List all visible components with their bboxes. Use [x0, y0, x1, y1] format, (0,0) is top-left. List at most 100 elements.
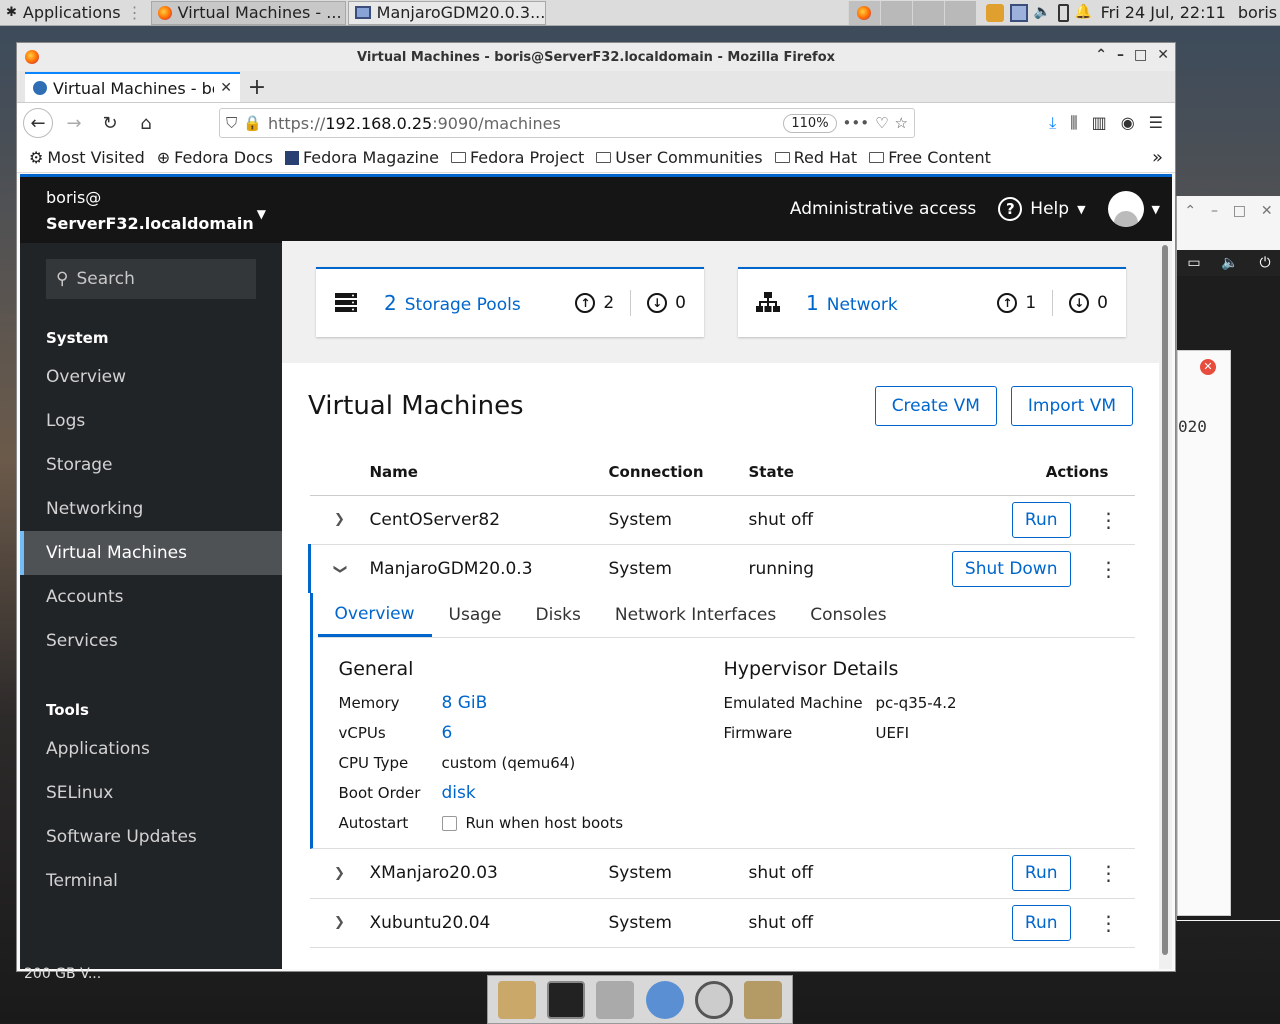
administrative-access-button[interactable]: Administrative access	[790, 199, 976, 219]
bookmark-fedora-docs[interactable]: ⊕ Fedora Docs	[157, 148, 273, 167]
reload-button[interactable]: ↻	[95, 108, 125, 138]
lock-warning-icon[interactable]: 🔒	[243, 114, 262, 132]
sidebar-item-storage[interactable]: Storage	[20, 443, 282, 487]
sidebar-item-software-updates[interactable]: Software Updates	[20, 815, 282, 859]
kebab-menu-icon[interactable]: ⋮	[1099, 861, 1119, 885]
chevron-up-icon[interactable]: ⌃	[1184, 203, 1196, 219]
power-icon[interactable]: ⏻	[1260, 255, 1271, 271]
network-icon[interactable]	[1009, 3, 1028, 22]
vm-name[interactable]: ManjaroGDM20.0.3	[370, 544, 609, 593]
url-bar[interactable]: ⛉ 🔒 https://192.168.0.25:9090/machines 1…	[219, 108, 915, 138]
close-icon[interactable]: ✕	[1261, 203, 1273, 219]
autostart-checkbox[interactable]: Run when host boots	[441, 814, 623, 832]
storage-pools-link[interactable]: 2 Storage Pools	[384, 291, 521, 315]
page-actions-icon[interactable]: •••	[843, 114, 870, 132]
sidebar-icon[interactable]: ▥	[1092, 113, 1107, 133]
sidebar-item-logs[interactable]: Logs	[20, 399, 282, 443]
page-scrollbar[interactable]	[1162, 245, 1168, 955]
volume-icon[interactable]: 🔈	[1221, 255, 1238, 271]
kebab-menu-icon[interactable]: ⋮	[1099, 508, 1119, 532]
library-icon[interactable]: ⫼	[1070, 113, 1077, 133]
vm-name[interactable]: CentOServer82	[369, 495, 609, 545]
download-icon[interactable]: ⤓	[1049, 113, 1056, 133]
chevron-down-icon[interactable]: ❯	[315, 538, 364, 599]
user-menu[interactable]: boris	[1238, 3, 1277, 22]
tab-network-interfaces[interactable]: Network Interfaces	[598, 593, 793, 637]
terminal-icon[interactable]	[546, 980, 585, 1019]
volume-icon[interactable]: 🔈	[1034, 4, 1052, 22]
workspace-1[interactable]	[847, 0, 880, 25]
bookmark-red-hat[interactable]: Red Hat	[774, 148, 857, 167]
home-button[interactable]: ⌂	[131, 108, 161, 138]
close-icon[interactable]: ✕	[1200, 359, 1216, 375]
bookmark-fedora-magazine[interactable]: Fedora Magazine	[284, 148, 439, 167]
shut-down-button[interactable]: Shut Down	[951, 550, 1071, 587]
tab-usage[interactable]: Usage	[432, 593, 519, 637]
window-titlebar[interactable]: Virtual Machines - boris@ServerF32.local…	[17, 43, 1175, 71]
run-button[interactable]: Run	[1011, 501, 1071, 538]
minimize-icon[interactable]: –	[1211, 203, 1218, 219]
tab-disks[interactable]: Disks	[519, 593, 598, 637]
battery-icon[interactable]	[1057, 3, 1069, 22]
networks-link[interactable]: 1 Network	[806, 291, 898, 315]
task-vm-console[interactable]: ManjaroGDM20.0.3...	[347, 0, 546, 25]
bookmark-user-communities[interactable]: User Communities	[596, 148, 763, 167]
minimize-icon[interactable]: –	[1117, 47, 1124, 63]
sidebar-item-networking[interactable]: Networking	[20, 487, 282, 531]
chevron-right-icon[interactable]: ❯	[309, 849, 370, 899]
forward-button[interactable]: →	[59, 108, 89, 138]
run-button[interactable]: Run	[1011, 904, 1071, 941]
sidebar-item-selinux[interactable]: SELinux	[20, 771, 282, 815]
tab-consoles[interactable]: Consoles	[793, 593, 903, 637]
back-button[interactable]: ←	[23, 108, 53, 138]
folder-icon[interactable]	[744, 980, 783, 1019]
sidebar-item-virtual-machines[interactable]: Virtual Machines	[20, 531, 282, 575]
notification-bell-icon[interactable]: 🔔	[1075, 4, 1093, 22]
sidebar-item-terminal[interactable]: Terminal	[20, 859, 282, 903]
maximize-icon[interactable]: □	[1233, 203, 1246, 219]
chevron-right-double-icon[interactable]: »	[1152, 147, 1163, 168]
boot-order-link[interactable]: disk	[442, 783, 476, 803]
maximize-icon[interactable]: □	[1134, 47, 1147, 63]
workspace-2[interactable]	[879, 0, 912, 25]
bookmark-star-icon[interactable]: ☆	[895, 114, 908, 132]
kebab-menu-icon[interactable]: ⋮	[1099, 557, 1119, 581]
chevron-up-icon[interactable]: ⌃	[1095, 47, 1107, 63]
task-firefox[interactable]: Virtual Machines - ...	[150, 0, 346, 25]
chevron-right-icon[interactable]: ❯	[309, 898, 370, 948]
vm-name[interactable]: XManjaro20.03	[369, 849, 609, 899]
close-tab-icon[interactable]: ✕	[220, 80, 232, 96]
host-switcher[interactable]: boris@ ServerF32.localdomain ▼	[20, 177, 282, 243]
server-icon[interactable]	[596, 980, 635, 1019]
display-icon[interactable]: ▭	[1187, 255, 1200, 271]
applications-menu[interactable]: ✱ Applications ⋮	[0, 1, 149, 25]
search-icon[interactable]	[694, 980, 733, 1019]
create-vm-button[interactable]: Create VM	[874, 386, 997, 426]
browser-tab-active[interactable]: Virtual Machines - bo ✕	[25, 72, 240, 102]
bookmark-free-content[interactable]: Free Content	[869, 148, 991, 167]
package-icon[interactable]	[985, 3, 1004, 22]
help-menu[interactable]: ? Help ▼	[998, 197, 1086, 221]
zoom-indicator[interactable]: 110%	[783, 113, 837, 133]
memory-link[interactable]: 8 GiB	[442, 693, 488, 713]
workspace-4[interactable]	[943, 0, 976, 25]
pocket-icon[interactable]: ♡	[875, 114, 888, 132]
close-icon[interactable]: ✕	[1157, 47, 1169, 63]
clock[interactable]: Fri 24 Jul, 22:11	[1101, 3, 1226, 22]
vcpus-link[interactable]: 6	[442, 723, 453, 743]
vm-name[interactable]: Xubuntu20.04	[369, 898, 609, 948]
tab-overview[interactable]: Overview	[317, 593, 432, 637]
workspace-3[interactable]	[911, 0, 944, 25]
bookmark-fedora-project[interactable]: Fedora Project	[450, 148, 584, 167]
user-menu[interactable]: ▼	[1107, 191, 1160, 227]
run-button[interactable]: Run	[1011, 855, 1071, 892]
web-browser-icon[interactable]	[645, 980, 684, 1019]
kebab-menu-icon[interactable]: ⋮	[1099, 911, 1119, 935]
new-tab-button[interactable]: +	[240, 72, 274, 102]
sidebar-item-applications[interactable]: Applications	[20, 727, 282, 771]
checkbox-icon[interactable]	[441, 816, 457, 831]
shield-icon[interactable]: ⛉	[226, 114, 237, 132]
account-icon[interactable]: ◉	[1121, 113, 1135, 133]
sidebar-item-services[interactable]: Services	[20, 619, 282, 663]
chevron-right-icon[interactable]: ❯	[309, 495, 370, 545]
